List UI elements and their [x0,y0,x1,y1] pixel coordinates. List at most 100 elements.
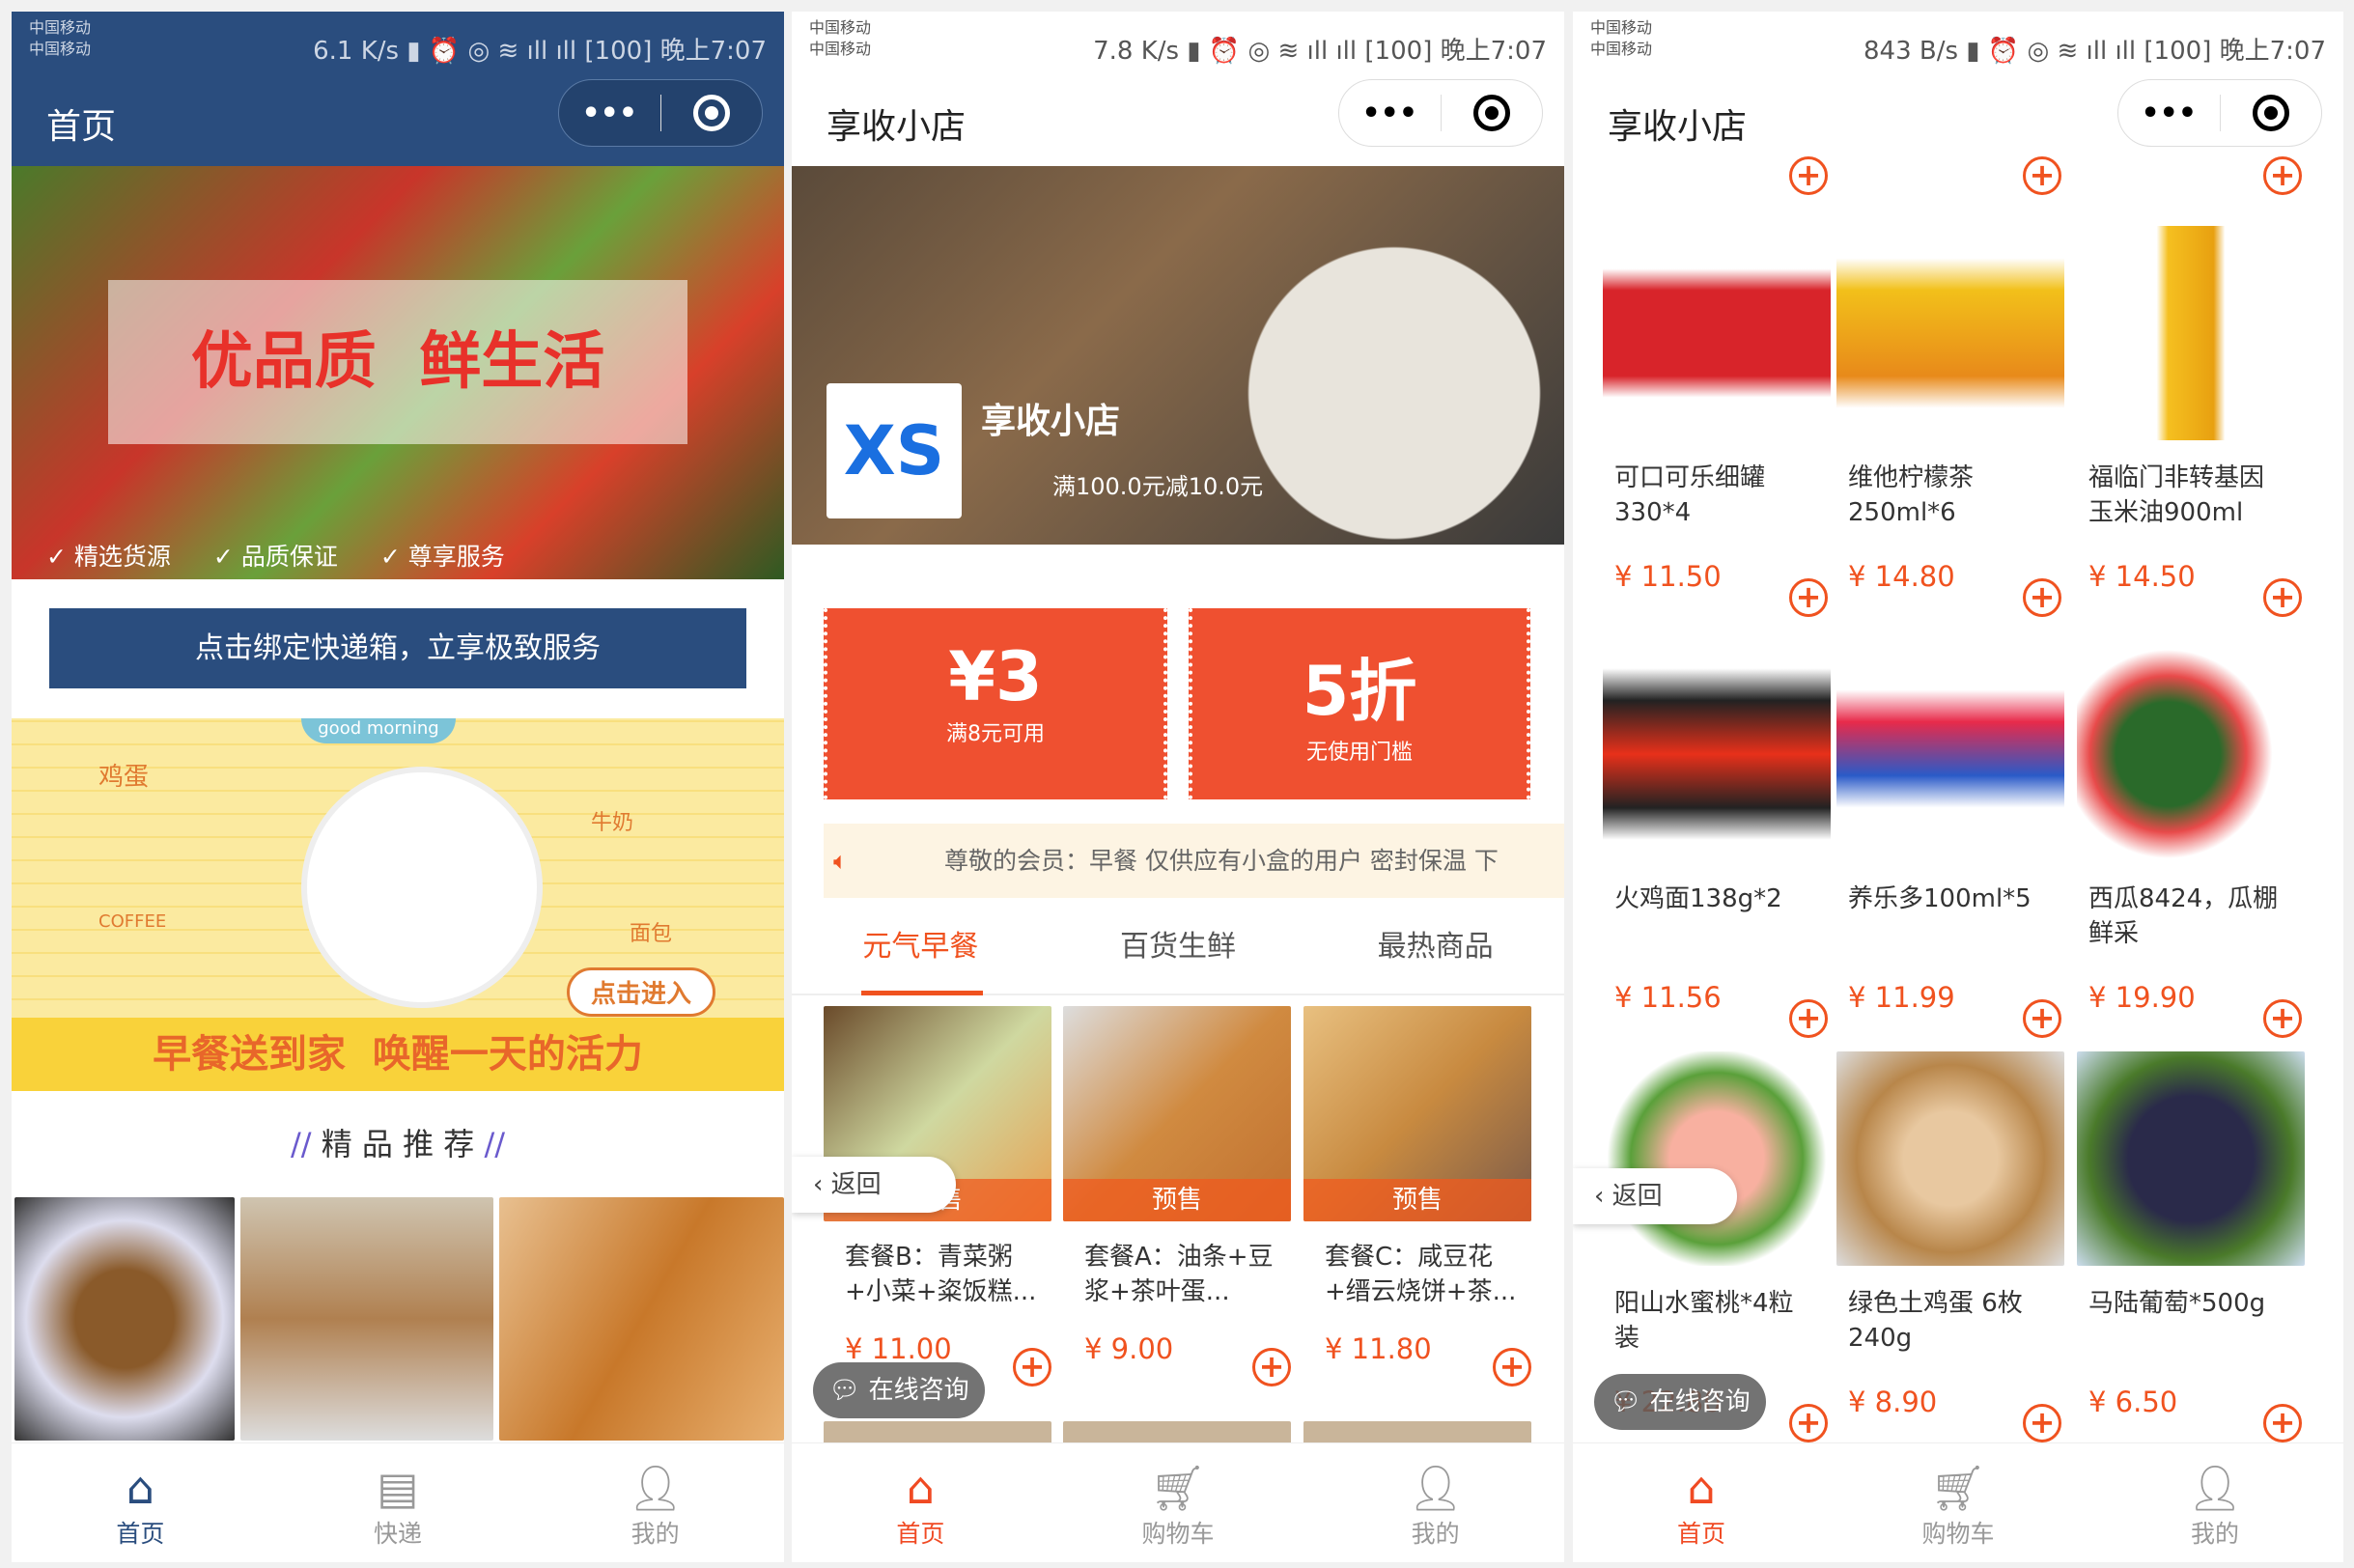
add-to-cart-icon[interactable]: + [1493,1348,1531,1386]
add-to-cart-icon[interactable]: + [1252,1348,1291,1386]
tab-locker[interactable]: ▤ 快递 [269,1443,527,1562]
breakfast-slogan: 早餐送到家 唤醒一天的活力 [12,1018,784,1091]
more-icon[interactable]: ••• [2118,97,2220,130]
clock: 晚上7:07 [2219,37,2326,66]
tab-home[interactable]: ⌂ 首页 [12,1443,269,1562]
category-tab[interactable]: 元气早餐 [792,901,1050,995]
product-price: ¥ 11.80 [1325,1332,1432,1365]
badge: ✓ 精选货源 [46,543,171,571]
net-speed: 843 B/s [1864,37,1959,66]
close-target-icon[interactable] [661,95,763,131]
tab-user[interactable]: 👤︎ 我的 [1306,1443,1564,1562]
banner-slogan: 优品质 鲜生活 [108,280,687,444]
close-target-icon[interactable] [2221,95,2322,131]
add-to-cart-icon[interactable]: + [1789,578,1828,617]
product-name[interactable]: 火鸡面138g*2 [1614,882,1808,916]
coupon-card[interactable]: 5折 无使用门槛 [1189,608,1530,799]
cart-icon: 🛒︎ [1149,1462,1207,1514]
carrier: 中国移动 [809,18,872,37]
home-icon: ⌂ [126,1462,154,1514]
product-image[interactable] [1603,226,1831,440]
coupon-card[interactable]: ¥3 满8元可用 [824,608,1167,799]
user-icon: 👤︎ [2186,1462,2244,1514]
label-coffee: COFFEE [98,911,167,932]
product-image[interactable] [2077,226,2305,440]
close-target-icon[interactable] [1442,95,1543,131]
tab-home[interactable]: ⌂ 首页 [792,1443,1050,1562]
bind-locker-button[interactable]: 点击绑定快递箱，立享极致服务 [49,608,746,688]
add-to-cart-icon[interactable]: + [1789,156,1828,195]
product-name[interactable]: 养乐多100ml*5 [1848,882,2041,916]
add-to-cart-icon[interactable]: + [2263,999,2302,1038]
speaker-icon: 🔈︎ [833,847,849,875]
more-icon[interactable]: ••• [1339,97,1441,130]
add-to-cart-icon[interactable]: + [2023,156,2061,195]
add-to-cart-icon[interactable]: + [2023,999,2061,1038]
breakfast-banner[interactable]: good morning 鸡蛋 牛奶 COFFEE 面包 点击进入 早餐送到家 … [12,718,784,1091]
product-name[interactable]: 套餐B：青菜粥+小菜+粢饭糕... [845,1240,1038,1309]
add-to-cart-icon[interactable]: + [1013,1348,1051,1386]
product-name[interactable]: 套餐C：咸豆花+缙云烧饼+茶... [1325,1240,1518,1309]
category-tab[interactable]: 百货生鲜 [1050,901,1307,994]
online-consult-button[interactable]: 💬︎ 在线咨询 [1594,1374,1766,1430]
product-name[interactable]: 绿色土鸡蛋 6枚 240g [1848,1286,2041,1356]
product-image[interactable] [1836,1051,2064,1266]
home-icon: ⌂ [1687,1462,1716,1514]
product-image[interactable] [1603,1051,1831,1266]
add-to-cart-icon[interactable]: + [1789,1404,1828,1442]
add-to-cart-icon[interactable]: + [2023,578,2061,617]
product-image[interactable] [240,1197,493,1441]
back-button[interactable]: ‹ 返回 [1573,1168,1737,1224]
product-image[interactable] [14,1197,235,1441]
product-name[interactable]: 西瓜8424，瓜棚鲜采 [2088,882,2282,951]
banner-tag: good morning [301,718,456,743]
product-image[interactable] [1836,226,2064,440]
product-name[interactable]: 阳山水蜜桃*4粒装 [1614,1286,1808,1356]
add-to-cart-icon[interactable]: + [2023,1404,2061,1442]
active-underline [861,991,983,995]
category-tab[interactable]: 最热商品 [1306,901,1564,994]
product-image[interactable] [1603,647,1831,861]
store-logo: XS [827,383,962,518]
tab-label: 首页 [896,1520,945,1548]
product-image[interactable]: 预售 [1303,1006,1531,1221]
tab-home[interactable]: ⌂ 首页 [1573,1443,1830,1562]
back-button[interactable]: ‹ 返回 [792,1157,956,1213]
online-consult-button[interactable]: 💬︎ 在线咨询 [813,1362,985,1418]
category-tabs: 元气早餐 百货生鲜 最热商品 [792,901,1564,995]
enter-button[interactable]: 点击进入 [567,967,716,1017]
product-price: ¥ 11.99 [1848,981,1955,1014]
product-name[interactable]: 可口可乐细罐330*4 [1614,461,1808,530]
tab-user[interactable]: 👤︎ 我的 [2087,1443,2343,1562]
status-bar: 中国移动 中国移动 843 B/s ▮ ⏰ ◎ ≋ ıll ıll [100] 晚… [1590,18,2326,66]
product-image[interactable] [1836,647,2064,861]
product-price: ¥ 11.00 [845,1332,952,1365]
product-name[interactable]: 福临门非转基因玉米油900ml [2088,461,2282,530]
more-icon[interactable]: ••• [559,97,660,130]
product-image[interactable] [2077,1051,2305,1266]
product-name[interactable]: 套餐A：油条+豆浆+茶叶蛋... [1084,1240,1277,1309]
add-to-cart-icon[interactable]: + [2263,1404,2302,1442]
add-to-cart-icon[interactable]: + [2263,156,2302,195]
tab-label: 我的 [1411,1520,1460,1548]
hero-banner[interactable]: 优品质 鲜生活 ✓ 精选货源 ✓ 品质保证 ✓ 尊享服务 [12,166,784,579]
tab-cart[interactable]: 🛒︎ 购物车 [1830,1443,2087,1562]
product-image[interactable] [2077,647,2305,861]
product-price: ¥ 9.00 [1084,1332,1174,1365]
tab-user[interactable]: 👤︎ 我的 [526,1443,784,1562]
battery: 100 [594,37,643,66]
product-name[interactable]: 马陆葡萄*500g [2088,1286,2282,1321]
product-name[interactable]: 维他柠檬茶250ml*6 [1848,461,2041,530]
product-image[interactable]: 预售 [1063,1006,1291,1221]
locker-icon: ▤ [377,1462,419,1514]
add-to-cart-icon[interactable]: + [2263,578,2302,617]
product-price: ¥ 11.56 [1614,981,1722,1014]
tab-label: 购物车 [1921,1520,1995,1548]
net-speed: 7.8 K/s [1093,37,1180,66]
product-image[interactable] [499,1197,784,1441]
tab-cart[interactable]: 🛒︎ 购物车 [1050,1443,1307,1562]
home-icon: ⌂ [906,1462,935,1514]
label-milk: 牛奶 [591,811,634,835]
battery: 100 [2153,37,2202,66]
add-to-cart-icon[interactable]: + [1789,999,1828,1038]
